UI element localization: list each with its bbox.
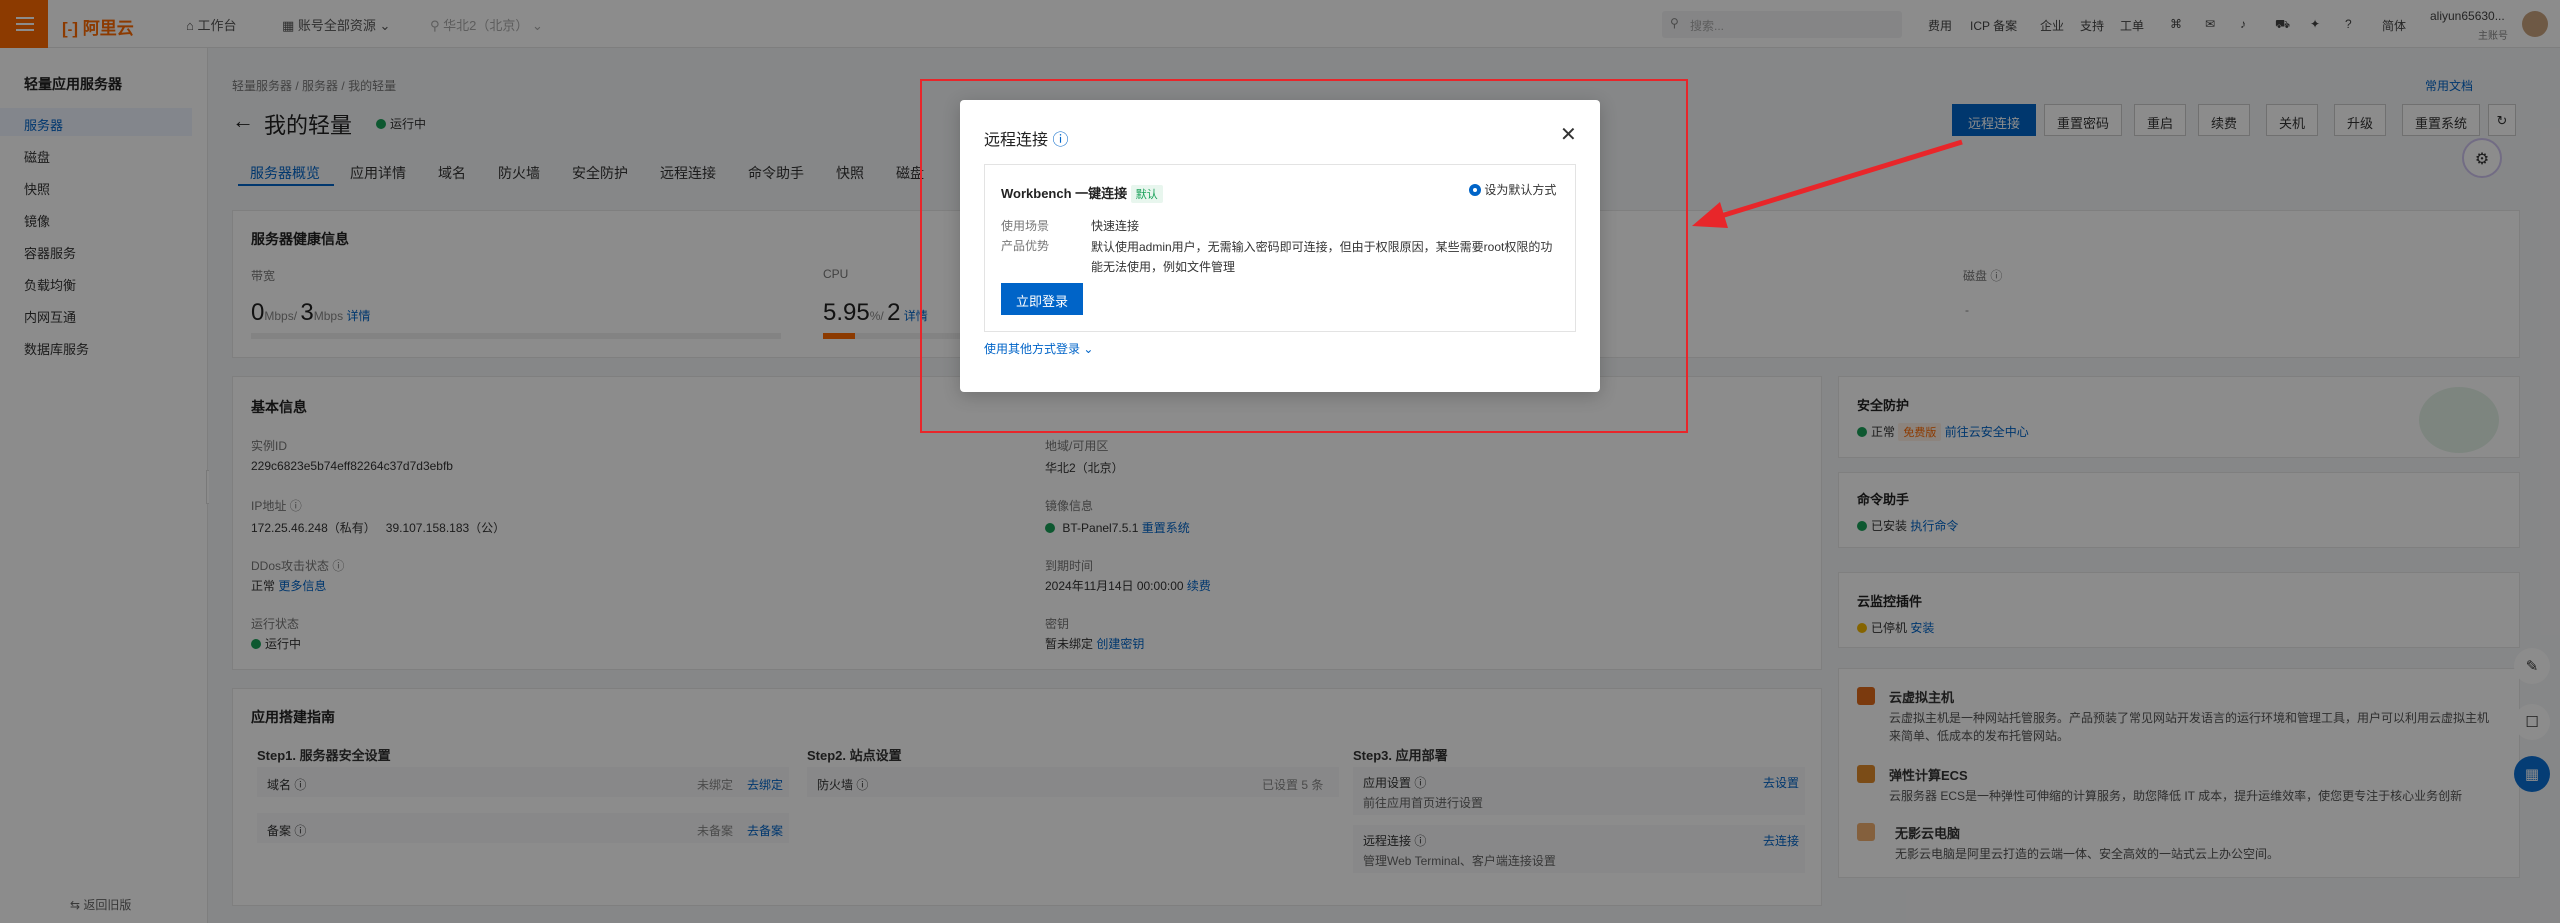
annotation-arrow — [1692, 139, 1963, 228]
annotation-highlight-box — [920, 79, 1688, 433]
